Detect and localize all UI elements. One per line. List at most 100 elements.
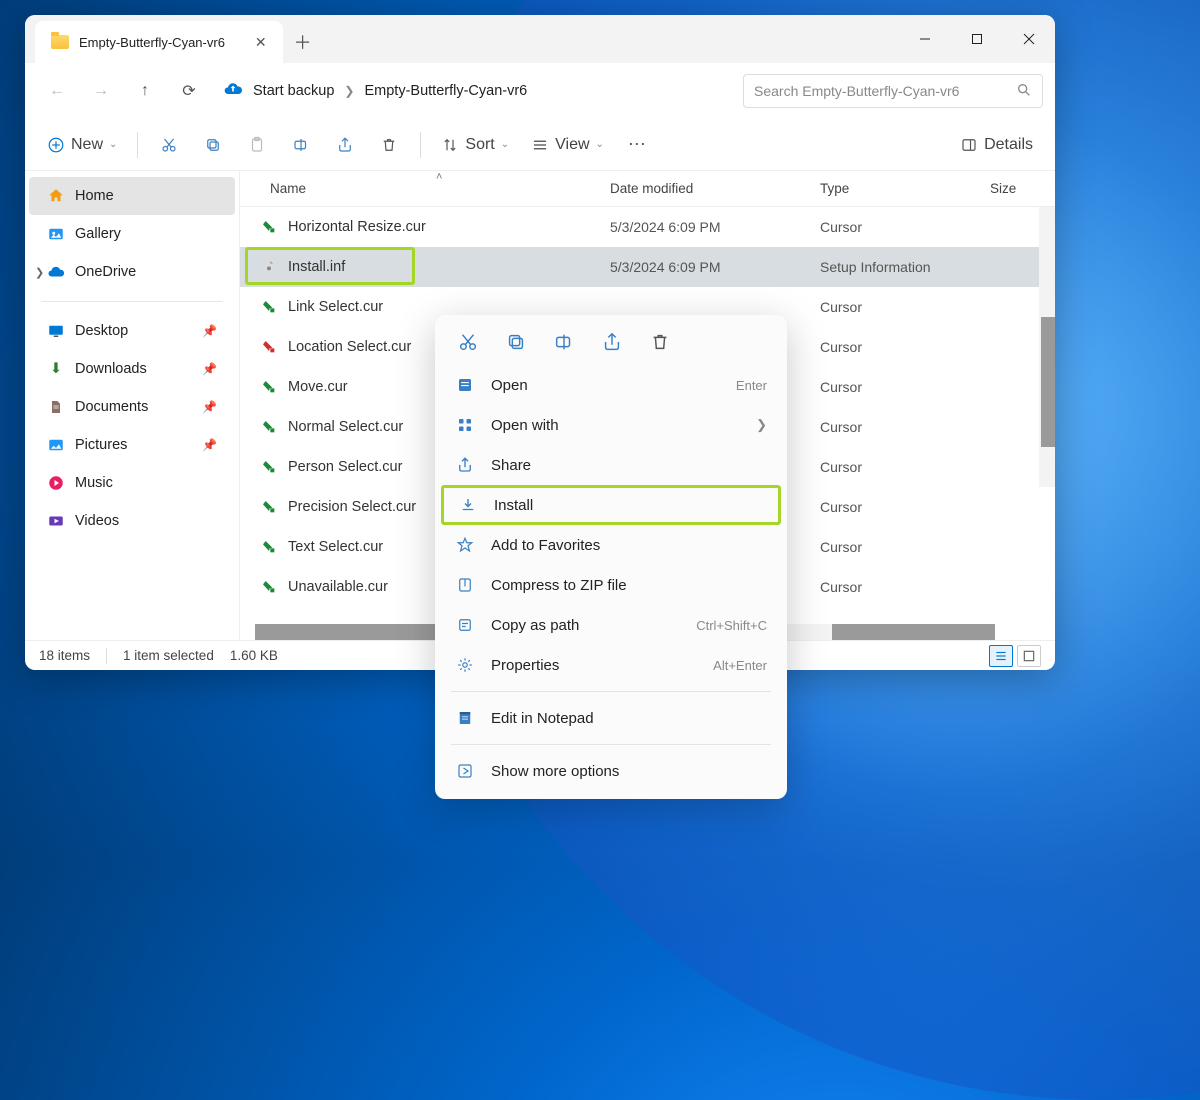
rename-button[interactable] (280, 127, 322, 163)
sort-indicator-icon: ˄ (436, 171, 442, 183)
sidebar-item-videos[interactable]: Videos (29, 502, 235, 540)
share-icon (455, 455, 475, 475)
file-name: Horizontal Resize.cur (288, 219, 426, 235)
pictures-icon (47, 436, 65, 454)
paste-button[interactable] (236, 127, 278, 163)
pin-icon: 📌 (202, 400, 217, 414)
close-button[interactable] (1003, 15, 1055, 63)
vertical-scrollbar[interactable] (1039, 207, 1055, 487)
context-edit-notepad[interactable]: Edit in Notepad (441, 698, 781, 738)
context-menu-toolbar (441, 323, 781, 365)
copy-button[interactable] (192, 127, 234, 163)
cloud-backup-icon (223, 79, 243, 104)
more-button[interactable]: ⋯ (616, 127, 658, 163)
breadcrumb[interactable]: Start backup ❯ Empty-Butterfly-Cyan-vr6 (213, 73, 739, 109)
file-type: Cursor (820, 459, 990, 475)
sidebar-item-downloads[interactable]: ⬇ Downloads 📌 (29, 350, 235, 388)
sort-button[interactable]: Sort ⌄ (431, 127, 519, 163)
titlebar: Empty-Butterfly-Cyan-vr6 ✕ ＋ (25, 15, 1055, 63)
context-properties[interactable]: Properties Alt+Enter (441, 645, 781, 685)
context-copy-path[interactable]: Copy as path Ctrl+Shift+C (441, 605, 781, 645)
context-install[interactable]: Install (441, 485, 781, 525)
context-more-options[interactable]: Show more options (441, 751, 781, 791)
file-type: Cursor (820, 579, 990, 595)
file-name: Unavailable.cur (288, 579, 388, 595)
copy-icon[interactable] (505, 331, 527, 353)
file-icon (260, 298, 278, 316)
file-row[interactable]: Horizontal Resize.cur 5/3/2024 6:09 PMCur… (240, 207, 1055, 247)
delete-button[interactable] (368, 127, 410, 163)
breadcrumb-folder[interactable]: Empty-Butterfly-Cyan-vr6 (364, 83, 527, 99)
context-open-with[interactable]: Open with ❯ (441, 405, 781, 445)
context-open[interactable]: Open Enter (441, 365, 781, 405)
sidebar-item-pictures[interactable]: Pictures 📌 (29, 426, 235, 464)
tab-close-button[interactable]: ✕ (255, 34, 267, 51)
view-button[interactable]: View ⌄ (521, 127, 614, 163)
column-date[interactable]: Date modified (610, 181, 820, 196)
chevron-right-icon: ❯ (344, 84, 354, 98)
share-button[interactable] (324, 127, 366, 163)
context-compress[interactable]: Compress to ZIP file (441, 565, 781, 605)
tab-active[interactable]: Empty-Butterfly-Cyan-vr6 ✕ (35, 21, 283, 63)
file-type: Cursor (820, 219, 990, 235)
file-type: Cursor (820, 339, 990, 355)
cut-button[interactable] (148, 127, 190, 163)
notepad-icon (455, 708, 475, 728)
new-button[interactable]: New ⌄ (37, 127, 127, 163)
breadcrumb-backup[interactable]: Start backup (253, 83, 334, 99)
context-menu: Open Enter Open with ❯ Share Install Add… (435, 315, 787, 799)
file-icon (260, 218, 278, 236)
search-input[interactable]: Search Empty-Butterfly-Cyan-vr6 (743, 74, 1043, 108)
column-size[interactable]: Size (990, 181, 1055, 196)
sidebar: Home Gallery ❯ OneDrive Desktop 📌 ⬇ Down… (25, 171, 240, 640)
sidebar-item-music[interactable]: Music (29, 464, 235, 502)
search-icon (1016, 82, 1032, 101)
file-type: Cursor (820, 499, 990, 515)
more-options-icon (455, 761, 475, 781)
open-icon (455, 375, 475, 395)
sidebar-item-documents[interactable]: Documents 📌 (29, 388, 235, 426)
file-type: Cursor (820, 379, 990, 395)
file-icon (260, 258, 278, 276)
pin-icon: 📌 (202, 362, 217, 376)
sidebar-item-home[interactable]: Home (29, 177, 235, 215)
chevron-right-icon[interactable]: ❯ (35, 266, 44, 279)
column-headers: Name ˄ Date modified Type Size (240, 171, 1055, 207)
file-name: Move.cur (288, 379, 348, 395)
maximize-button[interactable] (951, 15, 1003, 63)
file-type: Cursor (820, 419, 990, 435)
file-name: Install.inf (288, 259, 345, 275)
sidebar-item-onedrive[interactable]: ❯ OneDrive (29, 253, 235, 291)
status-selection: 1 item selected (123, 648, 214, 663)
status-item-count: 18 items (39, 648, 90, 663)
status-size: 1.60 KB (230, 648, 278, 663)
delete-icon[interactable] (649, 331, 671, 353)
sidebar-item-desktop[interactable]: Desktop 📌 (29, 312, 235, 350)
context-share[interactable]: Share (441, 445, 781, 485)
documents-icon (47, 398, 65, 416)
file-icon (260, 338, 278, 356)
file-row[interactable]: Install.inf5/3/2024 6:09 PMSetup Informa… (240, 247, 1055, 287)
share-icon[interactable] (601, 331, 623, 353)
forward-button[interactable]: → (81, 71, 121, 111)
file-name: Location Select.cur (288, 339, 411, 355)
view-thumbnails-toggle[interactable] (1017, 645, 1041, 667)
details-button[interactable]: Details (950, 127, 1043, 163)
column-type[interactable]: Type (820, 181, 990, 196)
file-date: 5/3/2024 6:09 PM (610, 219, 820, 235)
navbar: ← → ↑ ⟳ Start backup ❯ Empty-Butterfly-C… (25, 63, 1055, 119)
sidebar-item-gallery[interactable]: Gallery (29, 215, 235, 253)
new-tab-button[interactable]: ＋ (283, 21, 323, 63)
up-button[interactable]: ↑ (125, 71, 165, 111)
view-details-toggle[interactable] (989, 645, 1013, 667)
column-name[interactable]: Name (240, 181, 610, 196)
refresh-button[interactable]: ⟳ (169, 71, 209, 111)
context-favorites[interactable]: Add to Favorites (441, 525, 781, 565)
file-icon (260, 538, 278, 556)
cut-icon[interactable] (457, 331, 479, 353)
back-button[interactable]: ← (37, 71, 77, 111)
minimize-button[interactable] (899, 15, 951, 63)
file-type: Cursor (820, 299, 990, 315)
file-icon (260, 418, 278, 436)
rename-icon[interactable] (553, 331, 575, 353)
